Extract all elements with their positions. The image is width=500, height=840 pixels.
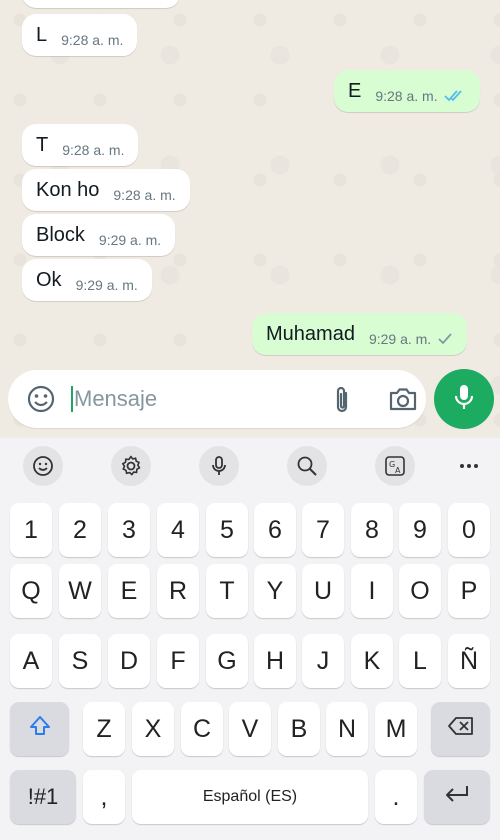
message-bubble-incoming[interactable]: Kon ho 9:28 a. m. [22, 169, 190, 211]
shift-key[interactable] [10, 702, 69, 756]
key-r[interactable]: R [157, 564, 199, 618]
message-time: 9:28 a. m. [113, 187, 176, 203]
shift-icon [28, 714, 52, 745]
on-screen-keyboard: GA 1 2 3 4 5 6 7 8 9 0 Q W E R T Y U I O… [0, 438, 500, 840]
message-bubble-outgoing[interactable]: E 9:28 a. m. [334, 70, 480, 112]
key-9[interactable]: 9 [399, 503, 441, 557]
key-n[interactable]: N [326, 702, 368, 756]
translate-icon[interactable]: GA [375, 446, 415, 486]
key-k[interactable]: K [351, 634, 393, 688]
message-text: Block [36, 223, 85, 246]
camera-icon[interactable] [388, 386, 418, 417]
backspace-key[interactable] [431, 702, 490, 756]
key-l[interactable]: L [399, 634, 441, 688]
double-check-read-icon [443, 89, 466, 103]
key-h[interactable]: H [254, 634, 296, 688]
key-o[interactable]: O [399, 564, 441, 618]
emoji-icon[interactable] [26, 384, 56, 419]
key-c[interactable]: C [181, 702, 223, 756]
key-0[interactable]: 0 [448, 503, 490, 557]
message-bubble-outgoing[interactable]: Muhamad 9:29 a. m. [252, 313, 468, 355]
comma-key[interactable]: , [83, 770, 125, 824]
message-bubble-incoming[interactable]: L 9:28 a. m. [22, 14, 138, 56]
key-d[interactable]: D [108, 634, 150, 688]
key-m[interactable]: M [375, 702, 417, 756]
key-s[interactable]: S [59, 634, 101, 688]
key-i[interactable]: I [351, 564, 393, 618]
message-time: 9:29 a. m. [75, 277, 138, 293]
attach-icon[interactable] [330, 385, 354, 420]
enter-icon [443, 783, 471, 812]
key-4[interactable]: 4 [157, 503, 199, 557]
space-key[interactable]: Español (ES) [132, 770, 368, 824]
key-6[interactable]: 6 [254, 503, 296, 557]
key-t[interactable]: T [206, 564, 248, 618]
message-text: E [348, 79, 362, 102]
message-time: 9:29 a. m. [368, 331, 432, 347]
key-2[interactable]: 2 [59, 503, 101, 557]
key-3[interactable]: 3 [108, 503, 150, 557]
key-5[interactable]: 5 [206, 503, 248, 557]
keyboard-toolbar: GA [0, 438, 500, 492]
key-p[interactable]: P [448, 564, 490, 618]
key-y[interactable]: Y [254, 564, 296, 618]
backspace-icon [447, 715, 475, 744]
key-7[interactable]: 7 [302, 503, 344, 557]
message-bubble-incoming[interactable]: Ok 9:29 a. m. [22, 259, 152, 301]
mic-icon [452, 383, 476, 416]
message-time: 9:28 a. m. [62, 142, 125, 158]
key-j[interactable]: J [302, 634, 344, 688]
voice-input-icon[interactable] [199, 446, 239, 486]
key-f[interactable]: F [157, 634, 199, 688]
key-w[interactable]: W [59, 564, 101, 618]
single-check-icon [437, 332, 453, 346]
settings-icon[interactable] [111, 446, 151, 486]
symbols-key[interactable]: !#1 [10, 770, 76, 824]
message-text: Muhamad [266, 322, 355, 345]
voice-message-button[interactable] [434, 369, 494, 429]
text-cursor [71, 386, 73, 412]
key-8[interactable]: 8 [351, 503, 393, 557]
message-bubble-incoming[interactable]: T 9:28 a. m. [22, 124, 139, 166]
message-time: 9:28 a. m. [375, 88, 438, 104]
message-text: T [36, 133, 49, 156]
key-z[interactable]: Z [83, 702, 125, 756]
svg-text:A: A [395, 466, 401, 475]
message-bubble-incoming[interactable]: Block 9:29 a. m. [22, 214, 176, 256]
message-text: Kon ho [36, 178, 100, 201]
key-x[interactable]: X [132, 702, 174, 756]
message-text: Ok [36, 268, 62, 291]
message-bubble-partial[interactable] [22, 0, 180, 8]
message-text: L [36, 23, 48, 46]
key-n-tilde[interactable]: Ñ [448, 634, 490, 688]
period-key[interactable]: . [375, 770, 417, 824]
search-icon[interactable] [287, 446, 327, 486]
key-a[interactable]: A [10, 634, 52, 688]
key-q[interactable]: Q [10, 564, 52, 618]
key-1[interactable]: 1 [10, 503, 52, 557]
message-time: 9:28 a. m. [61, 32, 124, 48]
chat-area[interactable]: L 9:28 a. m. E 9:28 a. m. T 9:28 a. m. K… [0, 0, 500, 438]
key-b[interactable]: B [278, 702, 320, 756]
message-composer[interactable]: Mensaje [8, 370, 426, 428]
emoji-icon[interactable] [23, 446, 63, 486]
key-g[interactable]: G [206, 634, 248, 688]
more-icon[interactable] [449, 446, 489, 486]
key-e[interactable]: E [108, 564, 150, 618]
message-input[interactable]: Mensaje [74, 386, 157, 412]
key-u[interactable]: U [302, 564, 344, 618]
message-time: 9:29 a. m. [98, 232, 162, 248]
enter-key[interactable] [424, 770, 490, 824]
key-v[interactable]: V [229, 702, 271, 756]
